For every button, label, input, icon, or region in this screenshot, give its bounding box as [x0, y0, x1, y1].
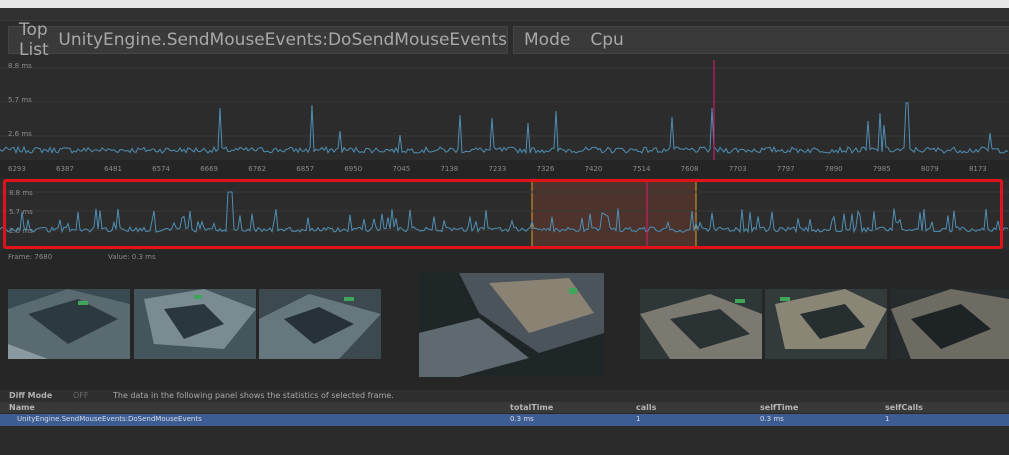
table-row[interactable]: UnityEngine.SendMouseEvents:DoSendMouseE… [0, 414, 1009, 426]
screenshot-image [259, 289, 381, 359]
top-list-function: UnityEngine.SendMouseEvents:DoSendMouseE… [58, 30, 507, 50]
diff-mode-label: Diff Mode [9, 391, 53, 400]
overview-line [0, 191, 1009, 234]
window-top-strip [0, 0, 1009, 8]
frame-info-bar: Frame: 7680 Value: 0.3 ms [0, 250, 1009, 264]
frame-axis-tick: 6669 [200, 165, 219, 173]
frame-axis-tick: 7045 [392, 165, 411, 173]
screenshot-image [891, 289, 1009, 359]
y-label-low: 2.6 ms [8, 130, 32, 138]
frame-axis-tick: 7420 [584, 165, 603, 173]
window-header [0, 8, 1009, 21]
frame-axis-tick: 6387 [56, 165, 74, 173]
cell-totaltime: 0.3 ms [510, 415, 534, 423]
top-list-label: Top List [19, 20, 49, 60]
cell-name: UnityEngine.SendMouseEvents:DoSendMouseE… [17, 415, 202, 423]
cell-calls: 1 [636, 415, 641, 423]
cell-selftime: 0.3 ms [760, 415, 784, 423]
frame-axis-tick: 6293 [8, 165, 26, 173]
frame-axis-tick: 6574 [152, 165, 170, 173]
frame-axis-tick: 7326 [536, 165, 555, 173]
frame-axis-tick: 7514 [632, 165, 651, 173]
mode-dropdown[interactable]: Mode Cpu [513, 26, 1009, 54]
frame-screenshot[interactable] [8, 289, 130, 359]
screenshot-image [419, 273, 604, 377]
overview-y-label-high: 8.8 ms [9, 189, 33, 197]
frame-axis: 6293 6387 6481 6574 6669 6762 6857 6950 7045 7138… [0, 160, 1009, 178]
column-header-totaltime[interactable]: totalTime [510, 403, 553, 412]
frame-axis-tick: 7797 [776, 165, 795, 173]
frame-axis-tick: 7233 [488, 165, 507, 173]
frame-screenshot[interactable] [891, 289, 1009, 359]
frame-number: Frame: 7680 [8, 253, 53, 261]
frame-screenshot-selected[interactable] [419, 273, 604, 377]
overview-graph-svg: 8.8 ms 5.7 ms 2.6 ms [0, 182, 1009, 248]
diff-mode-bar: Diff Mode OFF The data in the following … [0, 390, 1009, 402]
frame-axis-tick: 7890 [824, 165, 843, 173]
frame-time-graph-svg: 8.8 ms 5.7 ms 2.6 ms [0, 60, 1009, 160]
frame-screenshot[interactable] [640, 289, 762, 359]
frame-axis-tick: 6950 [344, 165, 363, 173]
mode-value: Cpu [590, 30, 624, 50]
top-list-field[interactable]: Top List UnityEngine.SendMouseEvents:DoS… [8, 20, 508, 60]
frame-screenshot[interactable] [134, 289, 256, 359]
overview-y-label-mid: 5.7 ms [9, 208, 33, 216]
frame-time-graph[interactable]: 8.8 ms 5.7 ms 2.6 ms [0, 60, 1009, 160]
frame-screenshot[interactable] [765, 289, 887, 359]
y-label-high: 8.8 ms [8, 62, 32, 70]
frame-axis-tick: 7608 [680, 165, 699, 173]
frame-axis-tick: 7138 [440, 165, 459, 173]
column-header-selfcalls[interactable]: selfCalls [885, 403, 923, 412]
diff-mode-description: The data in the following panel shows th… [113, 391, 394, 400]
column-header-calls[interactable]: calls [636, 403, 656, 412]
frame-axis-tick: 6481 [104, 165, 122, 173]
frame-value: Value: 0.3 ms [108, 253, 156, 261]
frame-axis-tick: 8173 [968, 165, 987, 173]
frame-axis-tick: 6762 [248, 165, 267, 173]
frame-axis-tick: 7985 [872, 165, 891, 173]
screenshot-image [8, 289, 130, 359]
frame-axis-tick: 6857 [296, 165, 315, 173]
screenshot-image [765, 289, 887, 359]
frame-axis-tick: 7703 [728, 165, 747, 173]
overview-graph[interactable]: 8.8 ms 5.7 ms 2.6 ms [0, 180, 1009, 250]
frame-axis-tick: 8079 [920, 165, 939, 173]
table-empty-area [0, 426, 1009, 455]
frame-time-line [0, 102, 1009, 155]
mode-label: Mode [524, 30, 571, 50]
screenshot-image [134, 289, 256, 359]
column-header-name[interactable]: Name [9, 403, 35, 412]
profiler-toolbar: Top List UnityEngine.SendMouseEvents:DoS… [0, 20, 1009, 60]
table-header: Name totalTime calls selfTime selfCalls [0, 402, 1009, 413]
column-header-selftime[interactable]: selfTime [760, 403, 798, 412]
frame-screenshot[interactable] [259, 289, 381, 359]
y-label-mid: 5.7 ms [8, 96, 32, 104]
screenshot-strip [0, 264, 1009, 390]
diff-mode-toggle[interactable]: OFF [73, 391, 89, 400]
cell-selfcalls: 1 [885, 415, 890, 423]
screenshot-image [640, 289, 762, 359]
